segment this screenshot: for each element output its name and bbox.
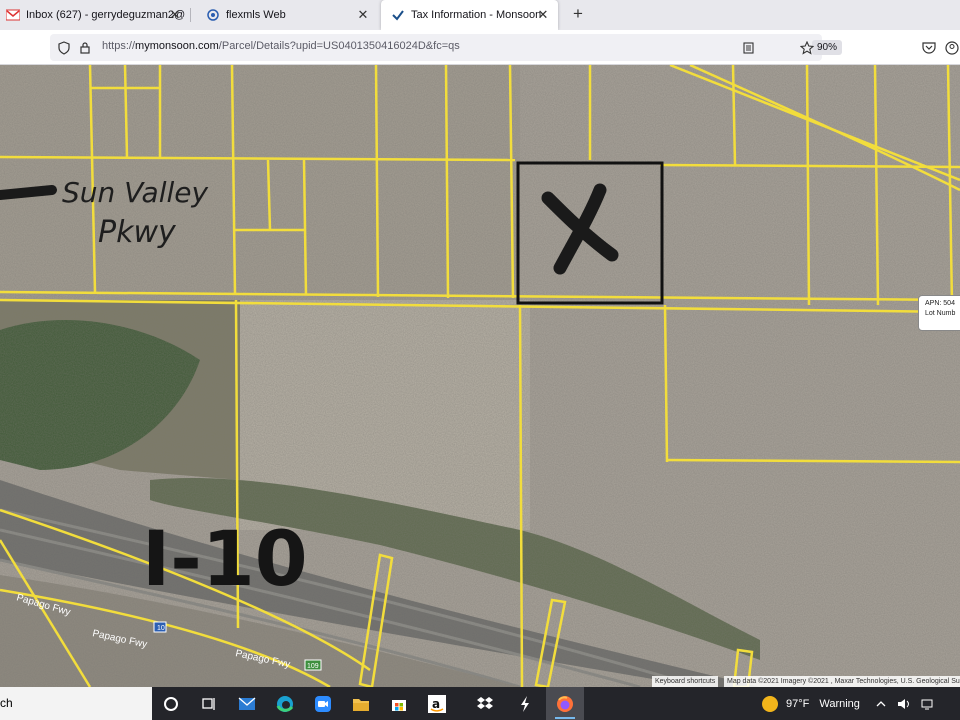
mail-icon[interactable]: [228, 687, 266, 720]
close-tab-icon[interactable]: ✕: [356, 8, 370, 22]
weather-sun-icon: [762, 695, 778, 712]
new-tab-button[interactable]: +: [569, 5, 587, 23]
zoom-app-icon[interactable]: [304, 687, 342, 720]
satellite-map-canvas[interactable]: Sun Valley Pkwy I-10 Papago Fwy Papago F…: [0, 65, 960, 687]
tab-flexmls[interactable]: flexmls Web ✕: [192, 0, 378, 30]
lock-icon[interactable]: [78, 34, 92, 61]
parcel-info-tooltip[interactable]: APN: 504 Lot Numb: [918, 295, 960, 331]
annotation-i10: I-10: [142, 514, 308, 603]
windows-taskbar: ch a 97°F Warning: [0, 687, 960, 720]
weather-status: Warning: [819, 697, 860, 710]
weather-temperature: 97°F: [786, 697, 810, 710]
tooltip-lot-number: Lot Numb: [925, 310, 956, 317]
close-tab-icon[interactable]: ✕: [536, 8, 550, 22]
dropbox-icon[interactable]: [466, 687, 504, 720]
monsoon-icon: [391, 8, 405, 22]
tab-tax-information[interactable]: Tax Information - Monsoon ✕: [381, 0, 558, 30]
volume-icon[interactable]: [894, 687, 914, 720]
app-lightning-icon[interactable]: [506, 687, 544, 720]
map-attribution: Map data ©2021 Imagery ©2021 , Maxar Tec…: [724, 676, 960, 687]
show-hidden-icons-chevron-icon[interactable]: [874, 687, 888, 720]
url-bar[interactable]: https://mymonsoon.com/Parcel/Details?upi…: [50, 34, 842, 61]
file-explorer-icon[interactable]: [342, 687, 380, 720]
route-shield-number: 109: [307, 663, 319, 670]
annotation-sun-valley: Sun Valley: [62, 176, 208, 209]
annotation-pkwy: Pkwy: [98, 215, 177, 250]
url-path: /Parcel/Details?upid=US0401350416024D&fc…: [218, 40, 460, 52]
tooltip-apn: APN: 504: [925, 300, 955, 307]
close-tab-icon[interactable]: ✕: [168, 8, 182, 22]
pocket-icon[interactable]: [920, 34, 938, 61]
url-scheme: https://: [102, 40, 136, 52]
gmail-icon: [6, 8, 20, 22]
url-text[interactable]: https://mymonsoon.com/Parcel/Details?upi…: [102, 40, 460, 52]
tab-title: flexmls Web: [226, 9, 286, 21]
flexmls-icon: [206, 8, 220, 22]
cortana-icon[interactable]: [152, 687, 190, 720]
store-icon[interactable]: [380, 687, 418, 720]
shield-icon[interactable]: [56, 34, 72, 61]
svg-text:a: a: [432, 697, 440, 711]
network-icon[interactable]: [918, 687, 938, 720]
keyboard-shortcuts-link[interactable]: Keyboard shortcuts: [652, 676, 719, 687]
url-domain: mymonsoon.com: [135, 40, 219, 52]
edge-icon[interactable]: [266, 687, 304, 720]
interstate-shield-number: 10: [157, 625, 165, 632]
amazon-icon[interactable]: a: [418, 687, 456, 720]
zoom-level-button[interactable]: 90%: [812, 40, 842, 55]
account-icon[interactable]: [944, 34, 960, 61]
tab-strip: Inbox (627) - gerrydeguzman2@ ✕ flexmls …: [0, 0, 960, 30]
tab-title: Tax Information - Monsoon: [411, 9, 542, 21]
parcel-map[interactable]: Sun Valley Pkwy I-10 Papago Fwy Papago F…: [0, 65, 960, 687]
bookmark-star-icon[interactable]: [798, 34, 816, 61]
arrow-dash-marker: [0, 185, 57, 200]
navigation-bar: https://mymonsoon.com/Parcel/Details?upi…: [0, 30, 960, 65]
weather-widget[interactable]: 97°F Warning: [762, 687, 860, 720]
firefox-taskbar-icon[interactable]: [546, 687, 584, 720]
tab-gmail-inbox[interactable]: Inbox (627) - gerrydeguzman2@ ✕: [0, 0, 190, 30]
reader-view-icon[interactable]: [740, 34, 756, 61]
search-text: ch: [0, 696, 13, 710]
taskbar-search-box[interactable]: ch: [0, 687, 152, 720]
tab-separator: [190, 8, 191, 22]
task-view-icon[interactable]: [190, 687, 228, 720]
tab-title: Inbox (627) - gerrydeguzman2@: [26, 9, 186, 21]
